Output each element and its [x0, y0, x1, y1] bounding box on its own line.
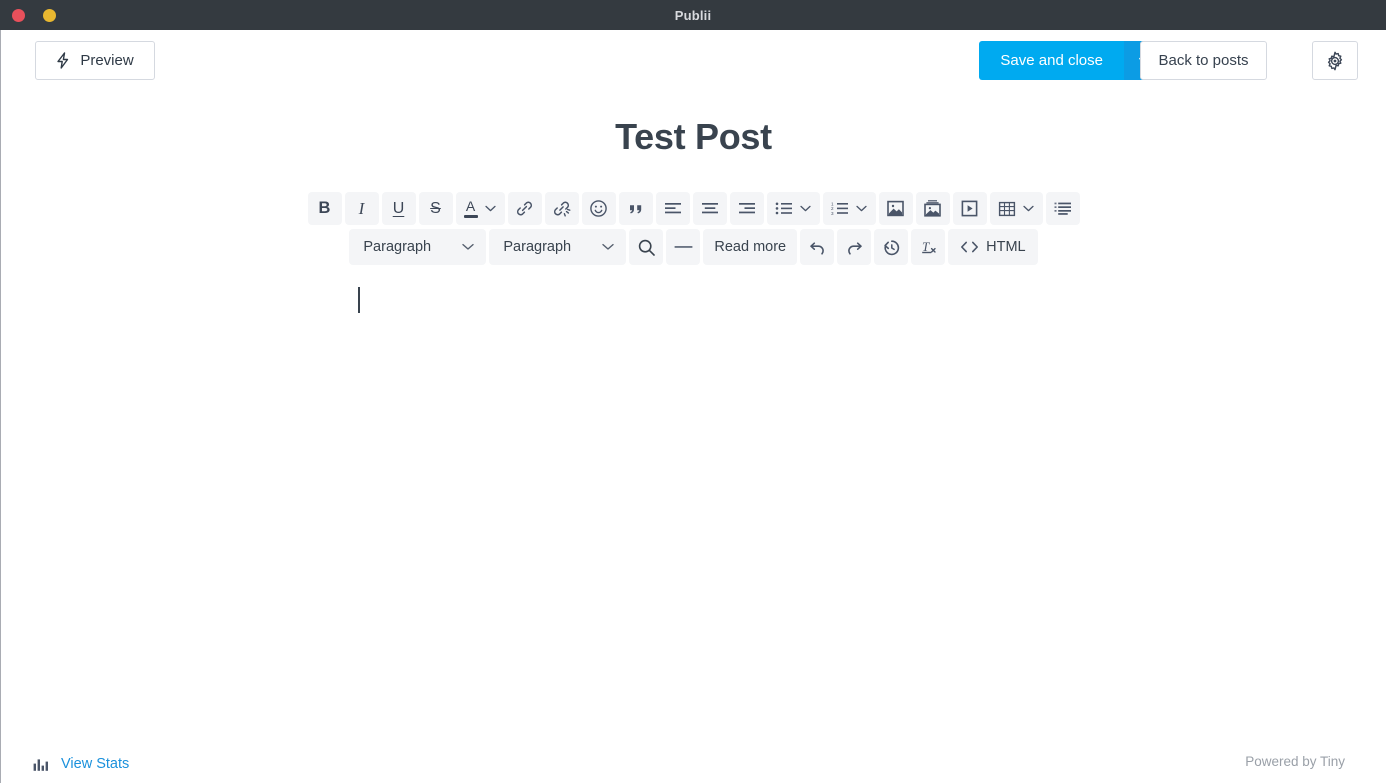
align-left-button[interactable] — [655, 192, 690, 225]
text-color-icon: A — [463, 199, 478, 218]
preview-button-label: Preview — [80, 52, 134, 69]
quote-icon — [627, 200, 645, 218]
insert-video-button[interactable] — [952, 192, 987, 225]
window-close-button[interactable] — [12, 8, 25, 22]
code-brackets-icon — [960, 240, 979, 254]
block-format-select[interactable]: Paragraph — [349, 229, 487, 265]
gear-icon — [1325, 51, 1345, 71]
link-button[interactable] — [507, 192, 542, 225]
underline-button[interactable]: U — [381, 192, 416, 225]
view-stats-label: View Stats — [61, 756, 130, 772]
restore-draft-icon — [882, 238, 901, 257]
bold-icon: B — [318, 199, 331, 218]
horizontal-rule-button[interactable] — [666, 229, 701, 265]
table-icon — [998, 200, 1016, 218]
toolbar-row-blocks: Paragraph Paragraph Read more T HTML — [349, 229, 1038, 265]
emoji-button[interactable] — [581, 192, 616, 225]
read-more-label: Read more — [714, 238, 787, 255]
post-title[interactable]: Test Post — [1, 116, 1386, 158]
editor-topbar: Preview Save and close Back to posts — [1, 30, 1386, 88]
app-container: Preview Save and close Back to posts Tes… — [0, 30, 1386, 783]
window-title: Publii — [674, 7, 712, 23]
back-to-posts-button[interactable]: Back to posts — [1140, 41, 1267, 80]
block-style-value: Paragraph — [503, 239, 572, 255]
unlink-icon — [552, 199, 571, 218]
search-icon — [637, 238, 656, 257]
save-and-close-label: Save and close — [1000, 52, 1103, 69]
align-center-icon — [701, 201, 719, 216]
bullet-list-icon — [775, 201, 793, 216]
window-minimize-button[interactable] — [43, 8, 56, 22]
html-label: HTML — [986, 238, 1026, 255]
view-stats-link[interactable]: View Stats — [33, 756, 129, 772]
back-to-posts-label: Back to posts — [1158, 52, 1249, 69]
chevron-down-icon — [602, 243, 615, 251]
insert-table-button[interactable] — [989, 192, 1043, 225]
svg-text:3: 3 — [831, 211, 834, 216]
window-controls — [12, 0, 56, 30]
svg-text:T: T — [922, 239, 930, 254]
undo-button[interactable] — [800, 229, 835, 265]
chevron-down-icon — [855, 205, 867, 212]
video-icon — [960, 199, 979, 218]
redo-button[interactable] — [837, 229, 872, 265]
powered-by-label: Powered by Tiny — [1245, 754, 1345, 769]
chevron-down-icon — [484, 205, 496, 212]
chevron-down-icon — [799, 205, 811, 212]
emoji-icon — [589, 199, 608, 218]
image-icon — [886, 199, 905, 218]
bar-chart-icon — [33, 757, 49, 772]
align-center-button[interactable] — [692, 192, 727, 225]
strikethrough-button[interactable]: S — [418, 192, 453, 225]
horizontal-rule-icon — [674, 244, 693, 250]
insert-image-button[interactable] — [878, 192, 913, 225]
editor-footer: View Stats Powered by Tiny — [1, 727, 1386, 783]
preview-button[interactable]: Preview — [35, 41, 155, 80]
bullet-list-button[interactable] — [766, 192, 820, 225]
italic-button[interactable]: I — [344, 192, 379, 225]
search-replace-button[interactable] — [629, 229, 664, 265]
lightning-bolt-icon — [56, 52, 70, 69]
text-color-button[interactable]: A — [455, 192, 505, 225]
clear-formatting-button[interactable]: T — [911, 229, 946, 265]
gallery-icon — [923, 199, 942, 218]
numbered-list-icon: 1 2 3 — [831, 201, 849, 216]
unlink-button[interactable] — [544, 192, 579, 225]
read-more-button[interactable]: Read more — [703, 229, 798, 265]
align-right-icon — [738, 201, 756, 216]
block-format-value: Paragraph — [363, 239, 432, 255]
chevron-down-icon — [462, 243, 475, 251]
chevron-down-icon — [1022, 205, 1034, 212]
toolbar-row-formatting: B I U S A 1 2 3 — [307, 192, 1080, 225]
link-icon — [515, 199, 534, 218]
window-titlebar: Publii — [0, 0, 1386, 30]
numbered-list-button[interactable]: 1 2 3 — [822, 192, 876, 225]
post-settings-button[interactable] — [1312, 41, 1358, 80]
blockquote-button[interactable] — [618, 192, 653, 225]
editor-toolbar: B I U S A 1 2 3 Paragraph Paragraph Read… — [1, 192, 1386, 265]
undo-icon — [808, 238, 827, 257]
text-caret — [358, 287, 360, 313]
insert-gallery-button[interactable] — [915, 192, 950, 225]
toc-icon — [1054, 201, 1072, 216]
restore-draft-button[interactable] — [874, 229, 909, 265]
save-and-close-button[interactable]: Save and close — [979, 41, 1124, 80]
toc-button[interactable] — [1045, 192, 1080, 225]
save-and-close-group: Save and close — [979, 41, 1167, 80]
strikethrough-icon: S — [430, 199, 441, 217]
clear-formatting-icon: T — [919, 238, 938, 257]
redo-icon — [845, 238, 864, 257]
align-right-button[interactable] — [729, 192, 764, 225]
italic-icon: I — [358, 199, 365, 218]
bold-button[interactable]: B — [307, 192, 342, 225]
html-source-button[interactable]: HTML — [948, 229, 1038, 265]
align-left-icon — [664, 201, 682, 216]
block-style-select[interactable]: Paragraph — [489, 229, 627, 265]
post-content-editor[interactable] — [1, 265, 1386, 685]
underline-icon: U — [392, 199, 405, 217]
